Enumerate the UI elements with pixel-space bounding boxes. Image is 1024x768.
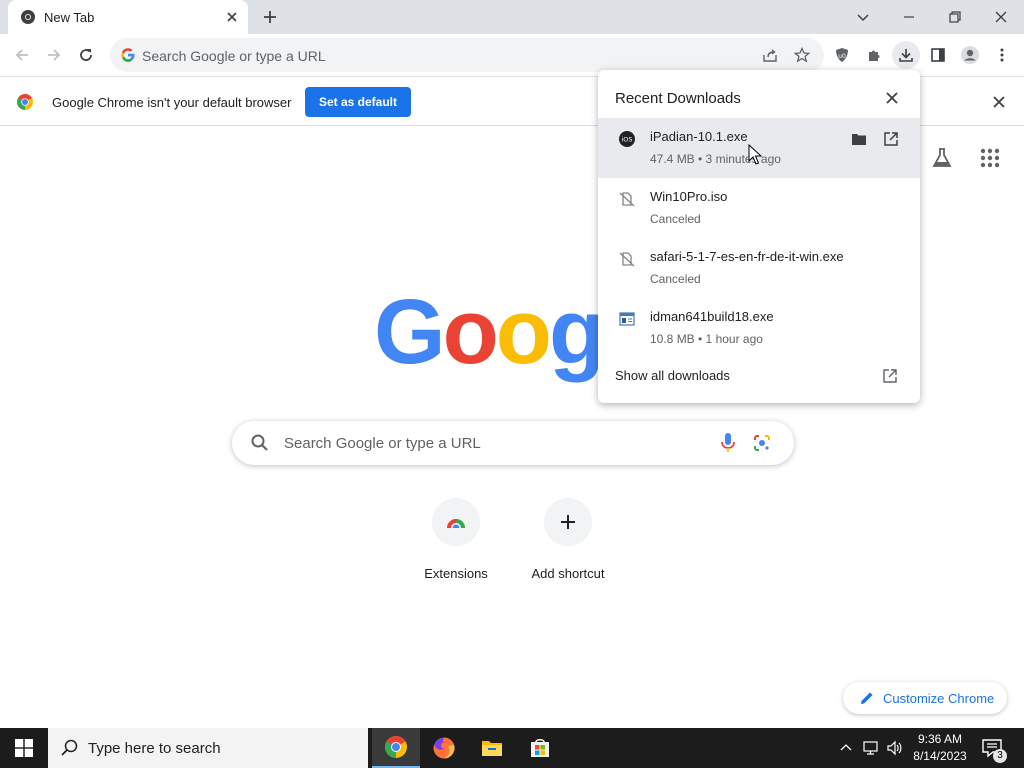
downloads-bubble: Recent Downloads iOS iPadian-10.1.exe 47… [598,70,920,403]
svg-text:u0: u0 [838,53,846,60]
tab-search-chevron-icon[interactable] [851,5,875,29]
ntp-search-box[interactable]: Search Google or type a URL [232,421,794,465]
address-bar[interactable]: Search Google or type a URL [110,38,824,72]
chrome-logo-icon [17,94,33,110]
shortcut-label: Extensions [424,566,488,581]
set-as-default-button[interactable]: Set as default [305,87,411,117]
canceled-file-icon [619,252,635,267]
download-filename: iPadian-10.1.exe [650,129,748,144]
taskbar-search-box[interactable]: Type here to search [48,728,368,768]
forward-icon[interactable] [42,43,66,67]
close-window-icon[interactable] [989,5,1013,29]
download-status: Canceled [650,272,701,286]
chrome-favicon-icon [21,10,35,24]
taskbar-microsoft-store-icon[interactable] [516,728,564,768]
taskbar-search-placeholder: Type here to search [88,740,221,757]
show-in-folder-icon[interactable] [850,130,868,148]
google-logo-letter: o [495,281,552,383]
side-panel-icon[interactable] [926,43,950,67]
restore-icon[interactable] [943,5,967,29]
download-item[interactable]: safari-5-1-7-es-en-fr-de-it-win.exe Canc… [598,238,920,298]
shortcut-add[interactable]: Add shortcut [512,498,624,581]
search-icon [251,434,268,451]
canceled-file-icon [619,192,635,207]
google-logo-letter: G [374,281,446,383]
share-icon[interactable] [760,45,780,65]
new-tab-plus-icon[interactable] [260,7,280,27]
close-tab-icon[interactable] [224,9,240,25]
search-icon [61,739,78,756]
svg-text:iOS: iOS [621,136,632,144]
open-external-icon[interactable] [882,368,898,384]
extensions-puzzle-icon[interactable] [862,43,886,67]
tab-new-tab[interactable]: New Tab [8,0,248,34]
chrome-menu-dots-icon[interactable] [990,43,1014,67]
downloads-icon[interactable] [892,41,920,69]
taskbar-file-explorer-icon[interactable] [468,728,516,768]
reload-icon[interactable] [74,43,98,67]
notification-count-badge: 3 [993,749,1007,763]
windows-start-icon[interactable] [0,728,48,768]
close-downloads-icon[interactable] [884,90,900,106]
show-hidden-icons-chevron-icon[interactable] [836,738,856,758]
shortcut-label: Add shortcut [531,566,605,581]
infobar-message: Google Chrome isn't your default browser [52,95,292,110]
google-apps-grid-icon[interactable] [978,146,1002,170]
ios-icon: iOS [619,131,635,147]
open-external-icon[interactable] [882,130,900,148]
plus-icon [544,498,592,546]
taskbar-clock[interactable]: 9:36 AM 8/14/2023 [908,731,972,765]
taskbar-chrome-icon[interactable] [372,728,420,768]
minimize-icon[interactable] [897,5,921,29]
close-infobar-icon[interactable] [990,93,1008,111]
clock-date: 8/14/2023 [913,749,967,763]
customize-chrome-label: Customize Chrome [883,691,995,706]
download-filename: Win10Pro.iso [650,189,728,204]
google-logo-letter: g [548,281,605,383]
downloads-title: Recent Downloads [615,90,741,107]
download-status: Canceled [650,212,701,226]
tab-title: New Tab [44,10,95,25]
download-status: 10.8 MB • 1 hour ago [650,332,763,346]
voice-search-mic-icon[interactable] [718,432,738,454]
back-icon[interactable] [10,43,34,67]
download-filename: idman641build18.exe [650,309,774,324]
network-icon[interactable] [861,738,881,758]
customize-chrome-button[interactable]: Customize Chrome [843,682,1007,714]
google-g-icon [121,48,135,62]
tab-strip: New Tab [0,0,1024,34]
profile-avatar-icon[interactable] [958,43,982,67]
chrome-web-store-icon [432,498,480,546]
ntp-search-placeholder: Search Google or type a URL [284,435,481,452]
idm-icon [619,312,635,326]
windows-taskbar: Type here to search 9:36 AM 8/14/2023 [0,728,1024,768]
mouse-cursor-icon [748,144,762,165]
download-item[interactable]: Win10Pro.iso Canceled [598,178,920,238]
labs-flask-icon[interactable] [930,146,954,170]
taskbar-firefox-icon[interactable] [420,728,468,768]
ublock-shield-icon[interactable]: u0 [830,43,854,67]
google-logo-letter: o [442,281,499,383]
shortcut-extensions[interactable]: Extensions [400,498,512,581]
volume-icon[interactable] [885,738,905,758]
clock-time: 9:36 AM [917,732,963,746]
bookmark-star-icon[interactable] [792,45,812,65]
show-all-downloads-link[interactable]: Show all downloads [615,368,730,383]
google-lens-icon[interactable] [752,433,772,453]
address-bar-placeholder: Search Google or type a URL [142,48,326,64]
download-filename: safari-5-1-7-es-en-fr-de-it-win.exe [650,249,844,264]
download-item[interactable]: idman641build18.exe 10.8 MB • 1 hour ago [598,298,920,358]
pencil-icon [861,692,873,704]
